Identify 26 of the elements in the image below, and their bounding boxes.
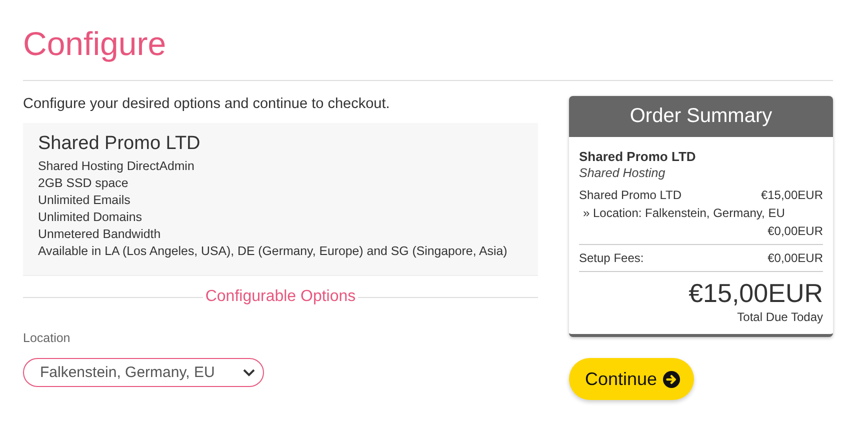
product-feature: Unmetered Bandwidth: [38, 226, 162, 243]
total-label: Total Due Today: [737, 310, 823, 324]
continue-button[interactable]: Continue: [569, 358, 694, 400]
option-label: Location: [23, 331, 72, 345]
line-price: €0,00EUR: [768, 223, 823, 240]
page-title: Configure: [23, 24, 168, 64]
product-feature: Unlimited Emails: [38, 192, 132, 209]
arrow-circle-icon: [663, 370, 680, 388]
total-amount: €15,00EUR: [688, 278, 823, 308]
line-label: Shared Promo LTD: [579, 187, 682, 204]
product-feature: 2GB SSD space: [38, 175, 130, 192]
product-feature: Unlimited Domains: [38, 209, 143, 226]
section-title: Configurable Options: [204, 288, 357, 306]
summary-product-group: Shared Hosting: [579, 166, 823, 180]
product-name: Shared Promo LTD: [38, 132, 202, 156]
line-price: €15,00EUR: [760, 187, 823, 204]
line-label: » Location: Falkenstein, Germany, EU: [582, 205, 785, 222]
summary-title: Order Summary: [569, 96, 833, 137]
chevron-icon: [243, 368, 255, 376]
intro-text: Configure your desired options and continue to checkout.: [23, 96, 391, 112]
product-feature: Available in LA (Los Angeles, USA), DE (Germany, Europe) and SG (Singapore, Asia): [38, 243, 508, 260]
setup-label: Setup Fees:: [579, 250, 644, 267]
product-feature: Shared Hosting DirectAdmin: [38, 158, 196, 175]
setup-price: €0,00EUR: [768, 250, 823, 267]
location-select[interactable]: Falkenstein, Germany, EU: [23, 358, 264, 387]
summary-product-name: Shared Promo LTD: [579, 149, 697, 164]
